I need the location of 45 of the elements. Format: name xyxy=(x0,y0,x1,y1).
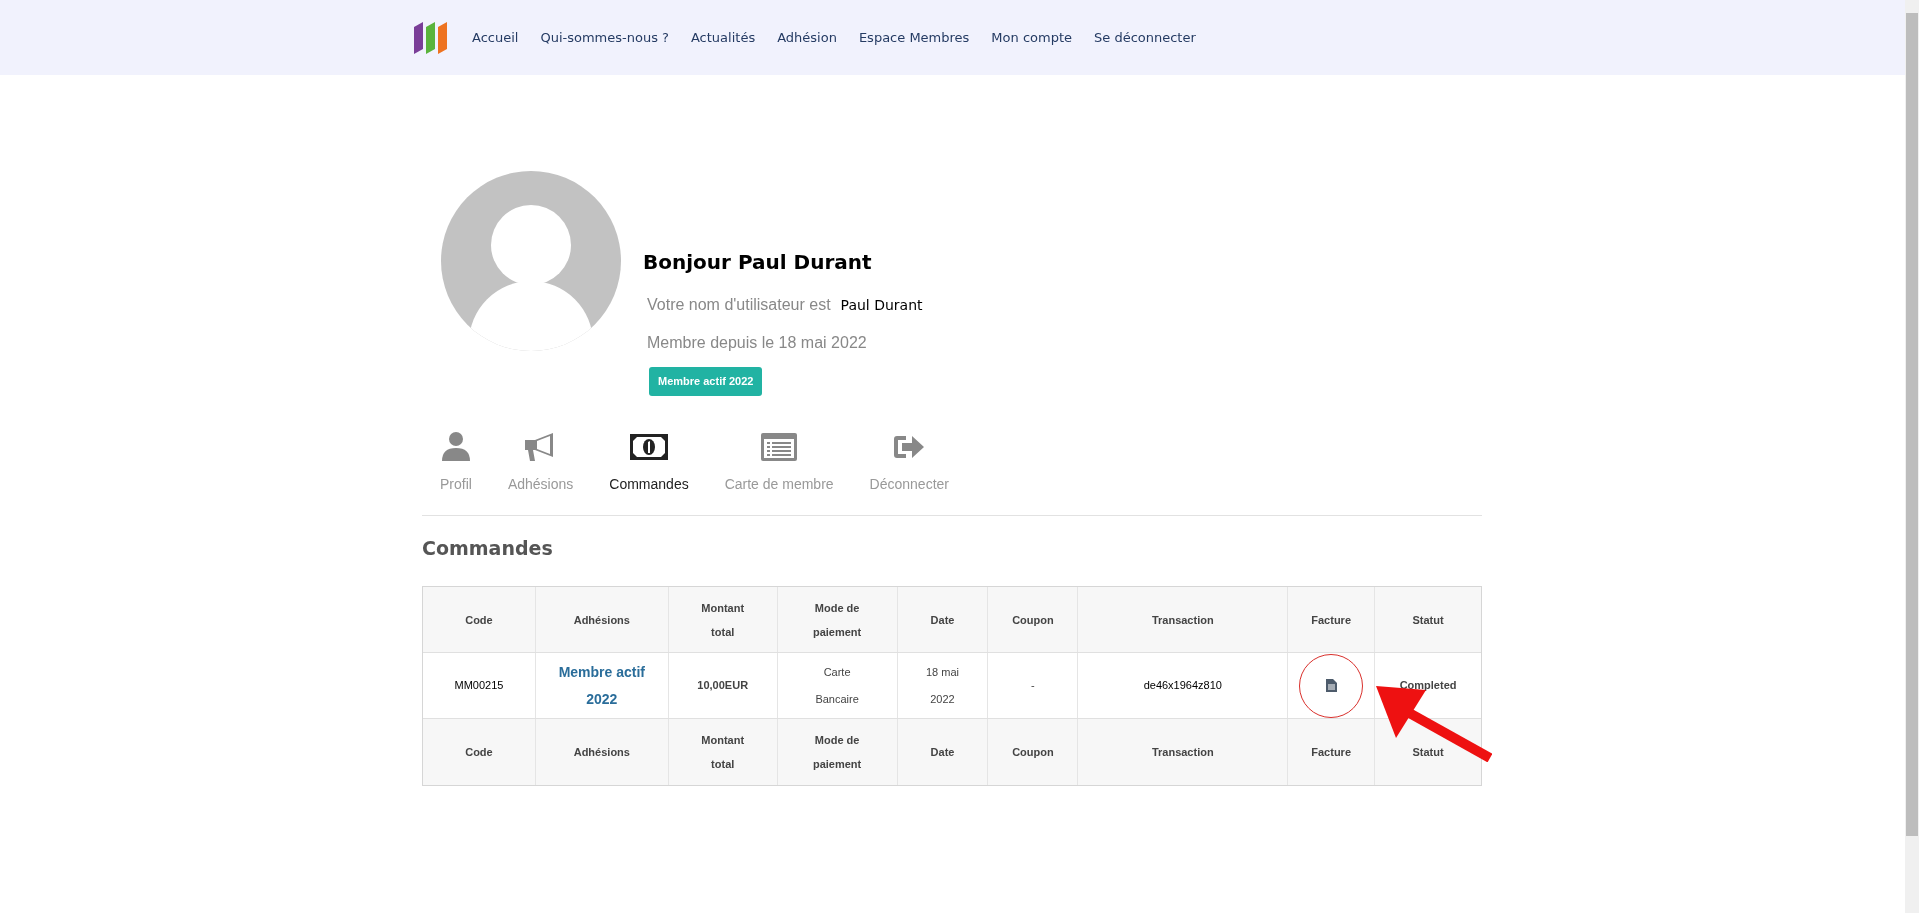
column-header: Adhésions xyxy=(573,612,630,628)
table-cell-text: 18 mai 2022 xyxy=(926,664,959,707)
user-icon xyxy=(440,430,471,463)
member-since-text: Membre depuis le 18 mai 2022 xyxy=(647,333,868,353)
table-cell-text: - xyxy=(1031,678,1035,694)
nav-link[interactable]: Espace Membres xyxy=(858,27,970,48)
nav-link[interactable]: Mon compte xyxy=(991,27,1072,48)
table-cell-text: Completed xyxy=(1399,678,1457,694)
membership-badge: Membre actif 2022 xyxy=(649,367,763,396)
section-heading: Commandes xyxy=(422,535,554,561)
profile-tab[interactable]: Commandes xyxy=(609,429,689,495)
column-footer: Montant total xyxy=(701,728,745,776)
column-header: Statut xyxy=(1412,612,1444,628)
nav-link[interactable]: Qui-sommes-nous ? xyxy=(540,27,669,48)
column-header: Mode de paiement xyxy=(812,600,862,640)
table-cell-text: de46x1964z810 xyxy=(1143,678,1222,694)
document-icon[interactable] xyxy=(1325,679,1337,692)
column-header: Coupon xyxy=(1012,612,1054,628)
nav-link[interactable]: Se déconnecter xyxy=(1094,27,1196,48)
column-header: Date xyxy=(930,612,955,628)
nav-link[interactable]: Actualités xyxy=(690,27,756,48)
column-header: Transaction xyxy=(1151,612,1214,628)
table-cell-text: MM00215 xyxy=(454,678,504,694)
column-footer: Statut xyxy=(1412,740,1444,764)
column-header: Montant total xyxy=(701,600,745,640)
column-header: Code xyxy=(465,612,493,628)
column-footer: Adhésions xyxy=(573,740,630,764)
column-footer: Date xyxy=(930,740,955,764)
membership-link[interactable]: Membre actif 2022 xyxy=(558,658,645,713)
nav-link[interactable]: Adhésion xyxy=(777,27,837,48)
list-card-icon xyxy=(760,431,799,462)
username-text: Paul Durant xyxy=(840,296,923,315)
nav-link[interactable]: Accueil xyxy=(472,27,519,48)
table-cell-text: Carte Bancaire xyxy=(815,664,859,707)
column-header: Facture xyxy=(1311,612,1351,628)
table-cell-text: 10,00EUR xyxy=(697,678,749,694)
column-footer: Transaction xyxy=(1151,740,1214,764)
username-label: Votre nom d'utilisateur est xyxy=(647,295,831,315)
banknote-icon xyxy=(629,432,669,461)
greeting-heading: Bonjour Paul Durant xyxy=(643,249,873,276)
column-footer: Facture xyxy=(1311,740,1351,764)
column-footer: Code xyxy=(465,740,493,764)
column-footer: Mode de paiement xyxy=(812,728,862,776)
logo-icon xyxy=(412,20,450,55)
column-footer: Coupon xyxy=(1012,740,1054,764)
